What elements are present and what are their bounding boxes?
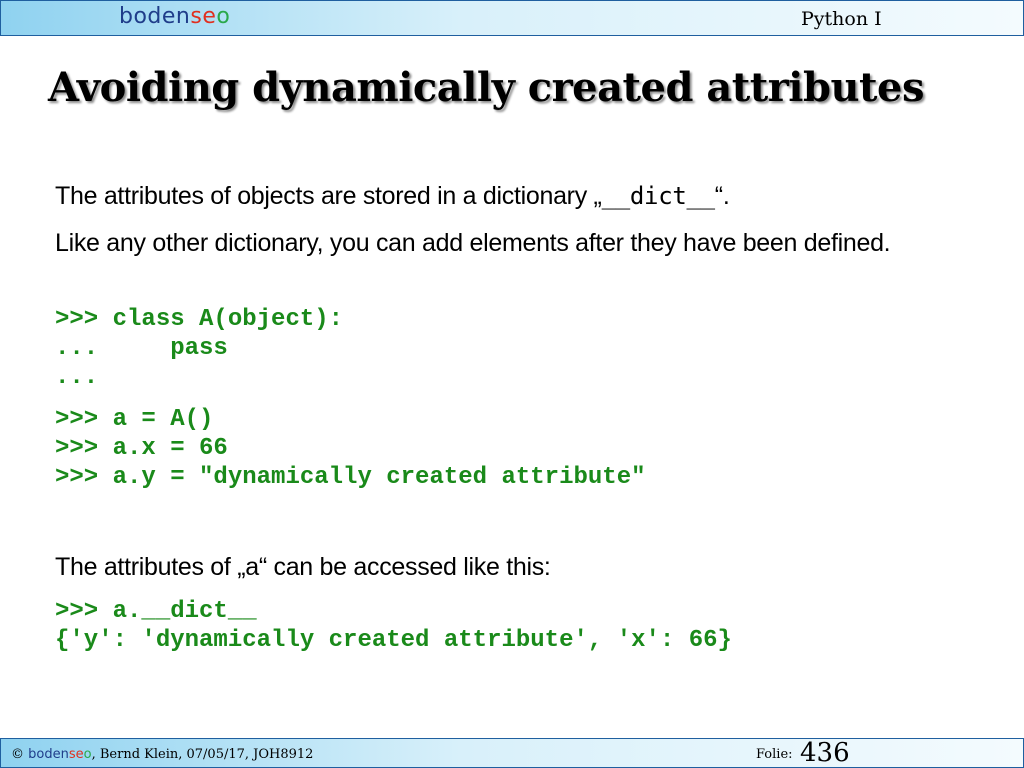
code-line: {'y': 'dynamically created attribute', '… bbox=[55, 627, 732, 654]
code-line: >>> a.__dict__ bbox=[55, 598, 257, 625]
code-line: >>> a.x = 66 bbox=[55, 435, 228, 462]
slide-title: Avoiding dynamically created attributes bbox=[48, 64, 925, 111]
bodenseo-logo: bodenseo bbox=[119, 4, 231, 29]
course-title: Python I bbox=[801, 8, 882, 30]
paragraph-dict-intro: The attributes of objects are stored in … bbox=[55, 182, 730, 210]
header-bar: bodenseo Python I bbox=[0, 0, 1024, 36]
code-block-class-def: >>> class A(object): ... pass ... bbox=[55, 305, 343, 392]
footer-bar: © bodenseo, Bernd Klein, 07/05/17, JOH89… bbox=[0, 738, 1024, 768]
paragraph-add-elements: Like any other dictionary, you can add e… bbox=[55, 229, 891, 257]
footer-copyright: © bodenseo, Bernd Klein, 07/05/17, JOH89… bbox=[11, 747, 314, 762]
folie-label: Folie: bbox=[756, 747, 793, 762]
code-line: >>> class A(object): bbox=[55, 306, 344, 333]
code-block-dict-output: >>> a.__dict__ {'y': 'dynamically create… bbox=[55, 597, 732, 655]
code-line: ... bbox=[55, 364, 99, 391]
slide-number: 436 bbox=[800, 738, 850, 768]
footer-brand: bodenseo bbox=[28, 747, 92, 762]
code-block-assignment: >>> a = A() >>> a.x = 66 >>> a.y = "dyna… bbox=[55, 405, 646, 492]
inline-code-dict: __dict__ bbox=[601, 182, 716, 210]
code-line: >>> a.y = "dynamically created attribute… bbox=[55, 464, 646, 491]
code-line: ... pass bbox=[55, 335, 228, 362]
paragraph-access-attributes: The attributes of „a“ can be accessed li… bbox=[55, 553, 551, 581]
code-line: >>> a = A() bbox=[55, 406, 214, 433]
